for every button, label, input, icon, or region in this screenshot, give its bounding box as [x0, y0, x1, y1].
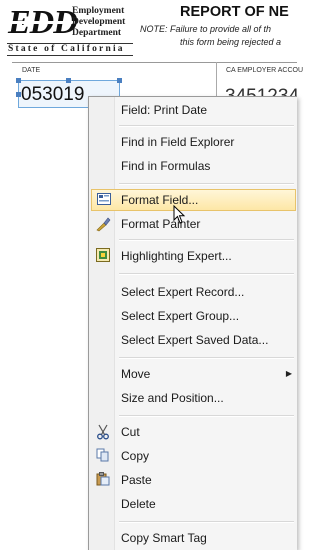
menu-item-field-print-date[interactable]: Field: Print Date	[91, 99, 296, 121]
resize-handle[interactable]	[16, 78, 21, 83]
menu-separator	[119, 125, 294, 127]
menu-item-select-expert-group[interactable]: Select Expert Group...	[91, 305, 296, 327]
note-line-1: NOTE: Failure to provide all of th	[140, 24, 272, 34]
menu-item-find-in-formulas[interactable]: Find in Formulas	[91, 155, 296, 177]
menu-item-label: Delete	[121, 497, 156, 511]
dept-line-employment: Employment	[72, 6, 125, 16]
menu-item-label: Paste	[121, 473, 152, 487]
menu-separator	[119, 183, 294, 185]
dept-line-department: Department	[72, 28, 122, 38]
menu-item-label: Select Expert Group...	[121, 309, 240, 323]
note-line-2: this form being rejected a	[180, 37, 282, 47]
menu-separator	[119, 239, 294, 241]
menu-separator	[119, 415, 294, 417]
format-field-icon	[96, 193, 112, 209]
cut-icon	[95, 424, 111, 440]
copy-icon	[95, 448, 111, 464]
date-label: DATE	[22, 67, 41, 74]
form-divider	[12, 62, 297, 63]
menu-item-label: Find in Formulas	[121, 159, 211, 173]
context-menu: Field: Print Date Find in Field Explorer…	[88, 96, 297, 550]
menu-item-delete[interactable]: Delete	[91, 493, 296, 515]
menu-item-paste[interactable]: Paste	[91, 469, 296, 491]
resize-handle[interactable]	[66, 78, 71, 83]
menu-item-select-expert-saved-data[interactable]: Select Expert Saved Data...	[91, 329, 296, 351]
menu-item-label: Move	[121, 367, 151, 381]
menu-item-label: Cut	[121, 425, 140, 439]
menu-item-format-field[interactable]: Format Field...	[91, 189, 296, 211]
menu-item-move[interactable]: Move ▶	[91, 363, 296, 385]
menu-item-label: Highlighting Expert...	[121, 249, 232, 263]
menu-item-label: Field: Print Date	[121, 103, 208, 117]
menu-item-label: Copy Smart Tag	[121, 531, 207, 545]
paste-icon	[95, 472, 111, 488]
menu-item-format-painter[interactable]: Format Painter	[91, 213, 296, 235]
menu-item-label: Select Expert Record...	[121, 285, 245, 299]
mouse-cursor-icon	[173, 205, 186, 224]
menu-item-copy-smart-tag[interactable]: Copy Smart Tag	[91, 527, 296, 549]
menu-separator	[119, 273, 294, 275]
menu-item-cut[interactable]: Cut	[91, 421, 296, 443]
menu-item-copy[interactable]: Copy	[91, 445, 296, 467]
menu-item-highlighting-expert[interactable]: Highlighting Expert...	[91, 245, 296, 267]
department-name: Employment Development Department	[72, 6, 134, 39]
resize-handle[interactable]	[16, 92, 21, 97]
highlighting-expert-icon	[95, 248, 111, 264]
menu-item-label: Format Painter	[121, 217, 201, 231]
state-of-california: State of California	[7, 43, 133, 56]
menu-item-select-expert-record[interactable]: Select Expert Record...	[91, 281, 296, 303]
menu-item-size-and-position[interactable]: Size and Position...	[91, 387, 296, 409]
edd-logo: EDD	[8, 4, 78, 41]
menu-item-label: Find in Field Explorer	[121, 135, 235, 149]
menu-item-find-in-field-explorer[interactable]: Find in Field Explorer	[91, 131, 296, 153]
submenu-arrow-icon: ▶	[285, 369, 292, 378]
dept-line-development: Development	[72, 17, 126, 27]
menu-separator	[119, 521, 294, 523]
format-painter-icon	[95, 216, 111, 232]
report-title: REPORT OF NE	[180, 4, 289, 20]
employer-account-label: CA EMPLOYER ACCOU	[226, 67, 304, 74]
menu-item-label: Size and Position...	[121, 391, 224, 405]
resize-handle[interactable]	[117, 78, 122, 83]
menu-item-label: Copy	[121, 449, 150, 463]
menu-item-label: Select Expert Saved Data...	[121, 333, 269, 347]
menu-separator	[119, 357, 294, 359]
